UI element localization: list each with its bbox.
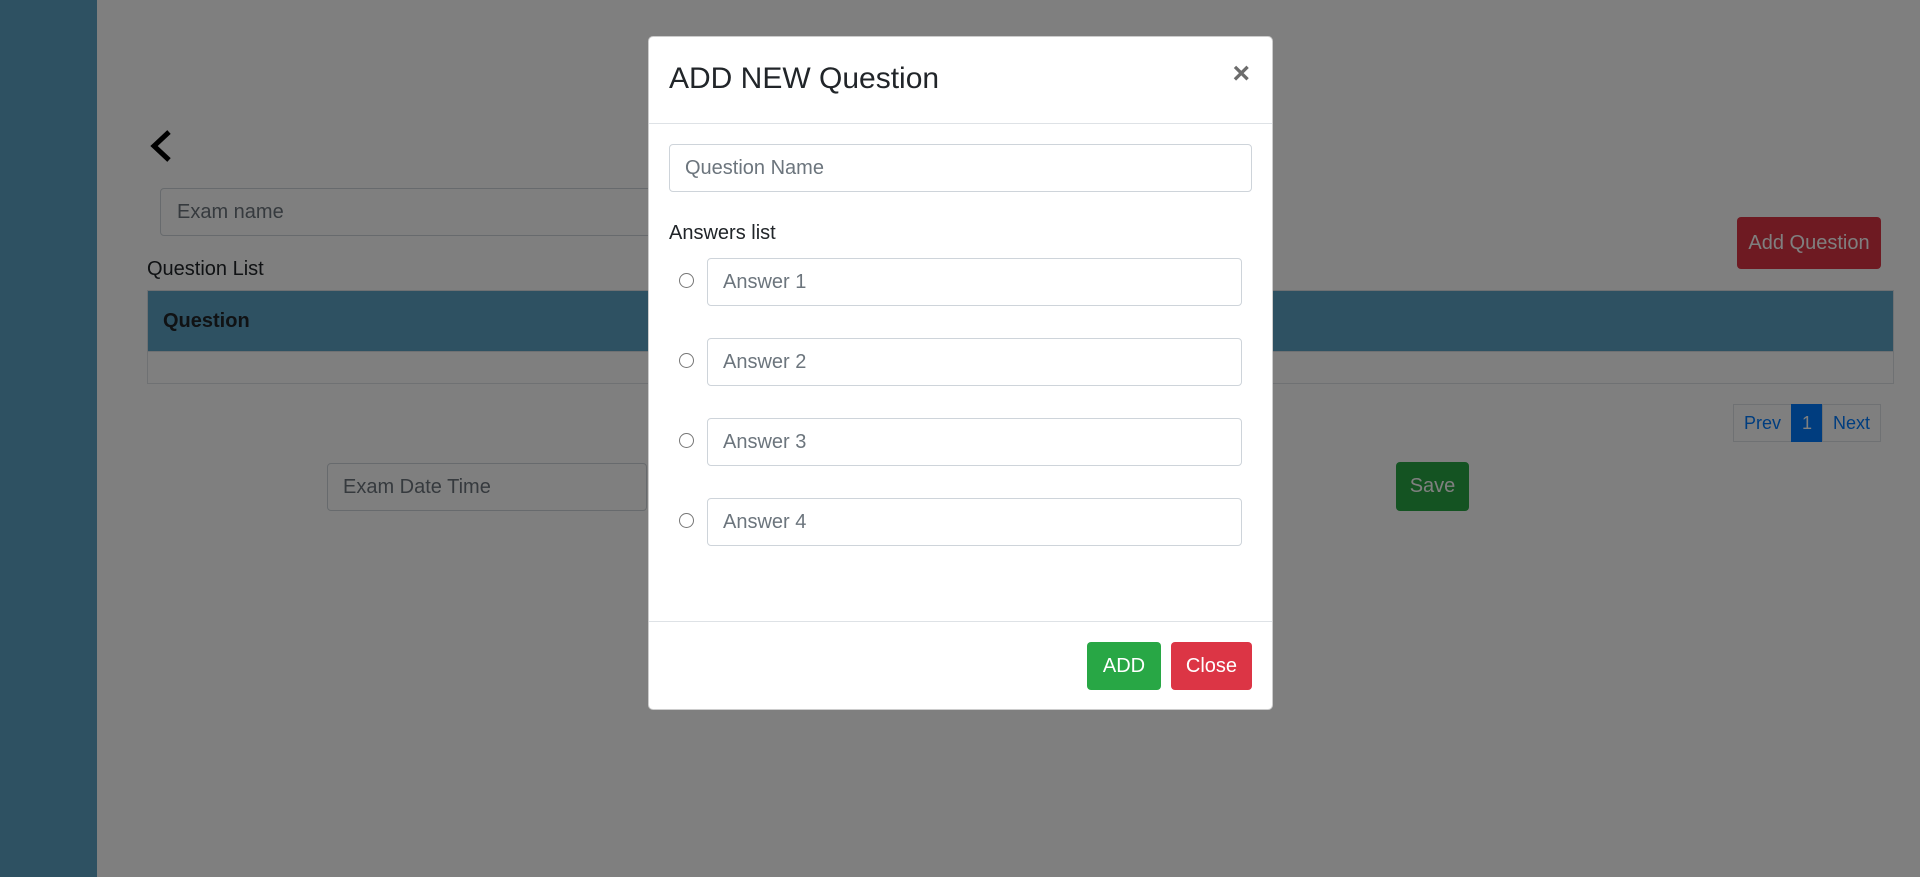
add-button[interactable]: ADD xyxy=(1087,642,1161,690)
answer-1-input[interactable] xyxy=(707,258,1242,306)
close-icon[interactable]: × xyxy=(1232,59,1250,89)
answer-4-radio[interactable] xyxy=(679,513,694,528)
question-name-input[interactable] xyxy=(669,144,1252,192)
answer-row-1 xyxy=(669,258,1242,306)
answers-list-label: Answers list xyxy=(669,222,776,244)
answer-2-radio[interactable] xyxy=(679,353,694,368)
modal-footer: ADD Close xyxy=(649,621,1272,709)
answer-3-input[interactable] xyxy=(707,418,1242,466)
answer-row-4 xyxy=(669,498,1242,546)
add-question-modal: ADD NEW Question × Answers list ADD Clos… xyxy=(648,36,1273,710)
modal-body: Answers list xyxy=(649,124,1272,624)
answer-1-radio[interactable] xyxy=(679,273,694,288)
modal-header: ADD NEW Question × xyxy=(649,37,1272,124)
answer-4-input[interactable] xyxy=(707,498,1242,546)
answer-row-3 xyxy=(669,418,1242,466)
answer-2-input[interactable] xyxy=(707,338,1242,386)
answer-3-radio[interactable] xyxy=(679,433,694,448)
answer-row-2 xyxy=(669,338,1242,386)
modal-title: ADD NEW Question xyxy=(669,62,940,95)
close-button[interactable]: Close xyxy=(1171,642,1252,690)
